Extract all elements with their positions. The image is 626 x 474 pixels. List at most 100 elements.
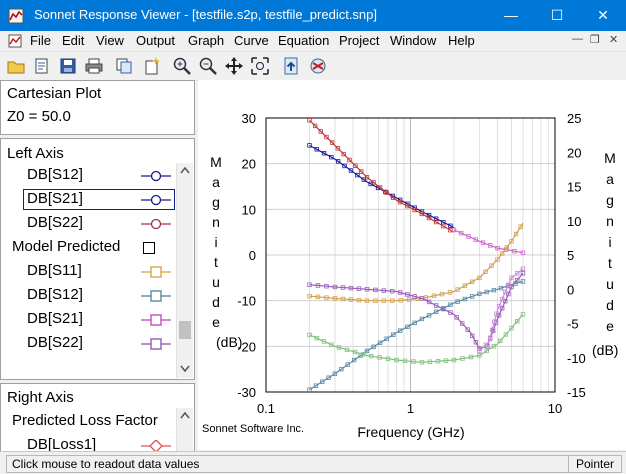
window-title: Sonnet Response Viewer - [testfile.s2p, … xyxy=(34,7,378,22)
left-axis-heading: Left Axis xyxy=(7,145,64,162)
open-folder-icon[interactable] xyxy=(6,56,26,76)
curve-label[interactable]: DB[S22] xyxy=(27,334,83,351)
predicted-loss-factor-label[interactable]: Predicted Loss Factor xyxy=(12,412,158,429)
left-tick-label: -10 xyxy=(237,294,256,309)
z0-label: Z0 = 50.0 xyxy=(7,108,71,125)
copy-icon[interactable] xyxy=(114,56,134,76)
right-tick-label: 25 xyxy=(567,111,581,126)
close-icon: ✕ xyxy=(597,7,609,23)
app-icon xyxy=(8,8,24,24)
right-tick-label: 5 xyxy=(567,248,574,263)
mdi-close-icon[interactable]: ✕ xyxy=(609,33,618,46)
menu-output[interactable]: Output xyxy=(136,33,175,48)
left-axis-section: Left Axis DB[S12] DB[S21] DB[S22] Model … xyxy=(0,138,195,380)
right-axis-scrollbar[interactable] xyxy=(176,408,193,451)
right-tick-label: -15 xyxy=(567,385,586,400)
document-icon[interactable] xyxy=(7,33,23,49)
curve-label[interactable]: DB[S11] xyxy=(27,262,82,279)
minimize-icon: — xyxy=(504,7,518,23)
x-tick-label: 10 xyxy=(548,401,562,416)
curve-sample-circle-icon xyxy=(141,170,171,182)
curve-sample-square-icon xyxy=(141,338,171,350)
right-axis-section: Right Axis Predicted Loss Factor DB[Loss… xyxy=(0,383,195,452)
series-line xyxy=(309,119,455,233)
plot-type-label: Cartesian Plot xyxy=(7,85,102,102)
scroll-up-icon[interactable] xyxy=(180,411,190,419)
left-tick-label: 20 xyxy=(242,157,256,172)
mdi-restore-icon[interactable]: ❐ xyxy=(590,33,600,46)
menu-equation[interactable]: Equation xyxy=(278,33,329,48)
refresh-icon[interactable] xyxy=(308,56,328,76)
x-tick-label: 1 xyxy=(407,401,414,416)
menu-file[interactable]: File xyxy=(30,33,51,48)
menu-graph[interactable]: Graph xyxy=(188,33,224,48)
curve-sample-square-icon xyxy=(141,314,171,326)
right-axis-heading: Right Axis xyxy=(7,389,74,406)
right-tick-label: 10 xyxy=(567,214,581,229)
maximize-button[interactable]: ☐ xyxy=(534,0,580,31)
new-icon[interactable] xyxy=(142,56,162,76)
group-checkbox[interactable] xyxy=(143,242,155,254)
right-tick-label: -5 xyxy=(567,317,579,332)
menu-edit[interactable]: Edit xyxy=(62,33,84,48)
right-tick-label: -10 xyxy=(567,351,586,366)
status-bar: Click mouse to readout data values Point… xyxy=(0,451,626,474)
curve-sample-square-icon xyxy=(141,290,171,302)
zoom-fit-icon[interactable] xyxy=(250,56,270,76)
right-tick-labels: 25 20 15 10 5 0 -5 -10 -15 xyxy=(567,111,586,400)
left-tick-label: 10 xyxy=(242,202,256,217)
left-tick-label: -30 xyxy=(237,385,256,400)
left-tick-labels: 3020100-10-20-30 xyxy=(237,111,256,400)
curve-label[interactable]: DB[S21] xyxy=(27,190,83,207)
curve-sample-circle-icon xyxy=(141,218,171,230)
minimize-button[interactable]: — xyxy=(488,0,534,31)
x-tick-label: 0.1 xyxy=(257,401,275,416)
model-predicted-label[interactable]: Model Predicted xyxy=(12,238,120,255)
mdi-minimize-icon[interactable]: — xyxy=(572,33,583,45)
close-button[interactable]: ✕ xyxy=(580,0,626,31)
plot-info-section: Cartesian Plot Z0 = 50.0 xyxy=(0,80,195,135)
curve-label[interactable]: DB[Loss1] xyxy=(27,436,96,451)
x-tick-labels: 0.1 1 10 xyxy=(257,401,562,416)
menu-help[interactable]: Help xyxy=(448,33,475,48)
menu-bar: File Edit View Output Graph Curve Equati… xyxy=(0,31,626,52)
save-icon[interactable] xyxy=(58,56,78,76)
maximize-icon: ☐ xyxy=(550,7,564,23)
left-tick-label: 30 xyxy=(242,111,256,126)
curve-label[interactable]: DB[S12] xyxy=(27,286,83,303)
scroll-down-icon[interactable] xyxy=(180,365,190,373)
upload-icon[interactable] xyxy=(282,56,302,76)
print-icon[interactable] xyxy=(84,56,104,76)
zoom-in-icon[interactable] xyxy=(172,56,192,76)
zoom-out-icon[interactable] xyxy=(198,56,218,76)
right-axis-label: Magnitude xyxy=(604,150,616,334)
right-tick-label: 0 xyxy=(567,282,574,297)
pointer-mode[interactable]: Pointer xyxy=(568,455,622,473)
curve-label[interactable]: DB[S22] xyxy=(27,214,83,231)
right-tick-label: 20 xyxy=(567,145,581,160)
plot-area[interactable]: 30 20 10 0 -10 -20 -30 25 20 15 10 5 0 -5 -10 -15 0.1 1… xyxy=(198,80,626,450)
menu-curve[interactable]: Curve xyxy=(234,33,269,48)
chart-grid xyxy=(265,117,556,393)
menu-window[interactable]: Window xyxy=(390,33,436,48)
curve-label[interactable]: DB[S21] xyxy=(27,310,83,327)
chart[interactable]: 3020100-10-20-30 2520151050-5-10-15 0.1 1… xyxy=(198,80,626,450)
curve-sample-square-icon xyxy=(141,266,171,278)
title-bar: Sonnet Response Viewer - [testfile.s2p, … xyxy=(0,0,626,31)
toolbar xyxy=(0,52,626,81)
menu-project[interactable]: Project xyxy=(339,33,379,48)
curve-sample-circle-icon xyxy=(141,194,171,206)
left-axis-scrollbar[interactable] xyxy=(176,163,193,378)
left-axis-unit: (dB) xyxy=(216,334,242,350)
pan-icon[interactable] xyxy=(224,56,244,76)
menu-view[interactable]: View xyxy=(96,33,124,48)
watermark: Sonnet Software Inc. xyxy=(202,423,304,435)
scroll-thumb[interactable] xyxy=(179,321,191,339)
curve-panel: Cartesian Plot Z0 = 50.0 Left Axis DB[S1… xyxy=(0,80,196,452)
left-axis-label: Magnitude xyxy=(210,154,222,330)
left-tick-label: 0 xyxy=(249,248,256,263)
scroll-up-icon[interactable] xyxy=(180,166,190,174)
open-file-icon[interactable] xyxy=(32,56,52,76)
right-tick-label: 15 xyxy=(567,180,581,195)
curve-label[interactable]: DB[S12] xyxy=(27,166,83,183)
